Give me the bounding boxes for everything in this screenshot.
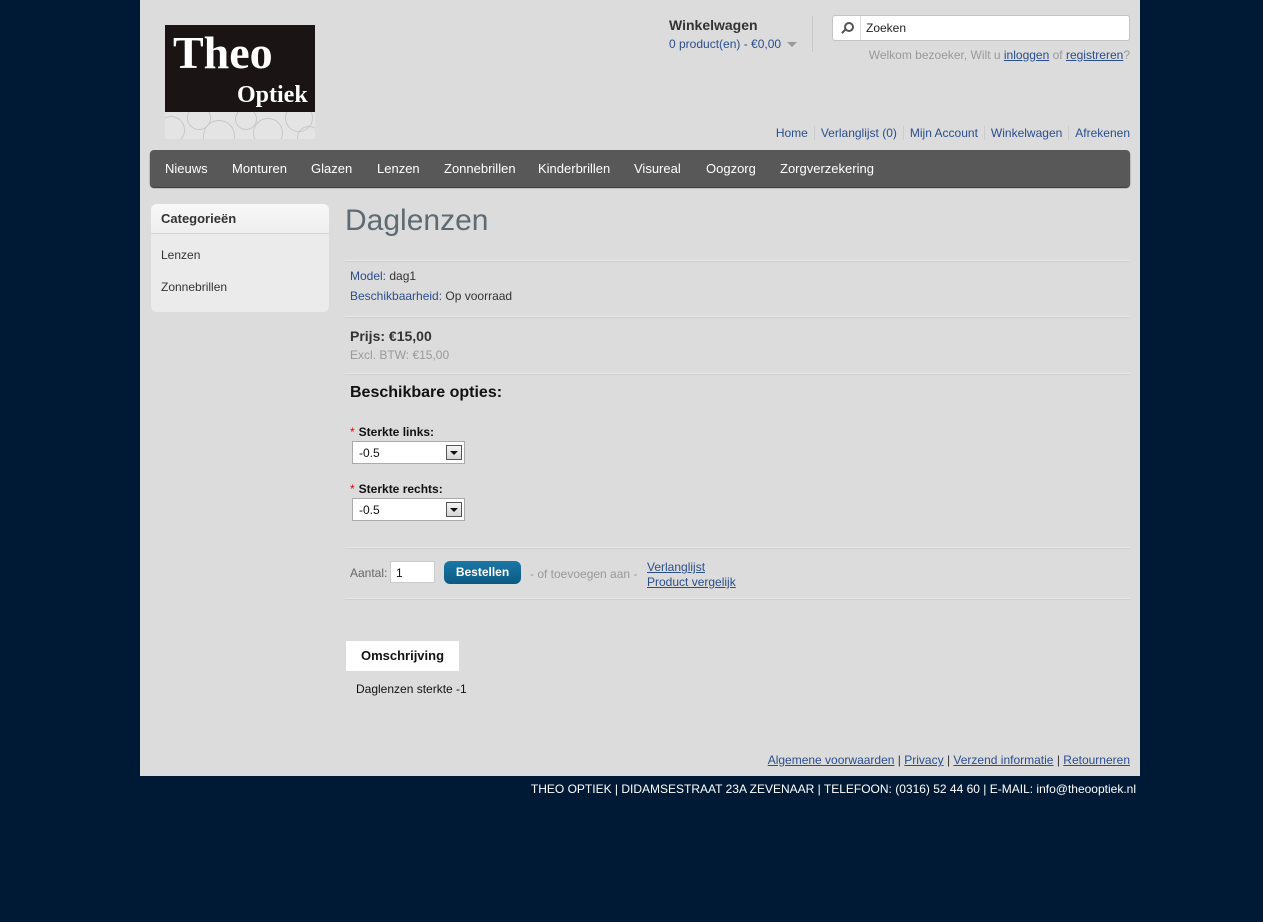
product-price-ex-vat: Excl. BTW: €15,00 [350,348,450,362]
options-title: Beschikbare opties: [350,384,503,401]
top-links: Home Verlanglijst (0) Mijn Account Winkelwa… [770,126,1130,140]
search-button[interactable] [833,16,861,40]
cart-summary[interactable]: Winkelwagen 0 product(en) - €0,00 [669,16,812,51]
menu-item-glazen[interactable]: Glazen [311,161,352,177]
add-to-text: - of toevoegen aan - [530,567,638,581]
toplink-wishlist[interactable]: Verlanglijst (0) [813,126,903,140]
menu-item-zonnebrillen[interactable]: Zonnebrillen [444,161,516,177]
menu-item-visureal[interactable]: Visureal [634,161,681,177]
logo-text-optiek: Optiek [237,82,308,108]
page-title: Daglenzen [345,204,489,237]
quantity-input[interactable]: 1 [390,561,435,583]
menu-item-zorgverzekering[interactable]: Zorgverzekering [780,161,874,177]
menu-item-oogzorg[interactable]: Oogzorg [706,161,756,177]
footer-link-shipping[interactable]: Verzend informatie [953,753,1053,767]
strength-right-select[interactable]: -0.5 [352,498,465,521]
search-input[interactable] [866,19,1121,37]
sidebar-title: Categorieën [161,211,237,226]
login-link[interactable]: inloggen [1004,48,1049,62]
cart-total[interactable]: 0 product(en) - €0,00 [669,37,812,51]
sidebar-item-lenzen[interactable]: Lenzen [161,248,200,262]
menu-item-monturen[interactable]: Monturen [232,161,287,177]
option-right-label: * Sterkte rechts: [350,482,443,496]
main-menu: Nieuws Monturen Glazen Lenzen Zonnebrill… [150,150,1130,187]
footer-link-returns[interactable]: Retourneren [1063,753,1130,767]
chevron-down-icon[interactable] [446,445,462,460]
chevron-down-icon[interactable] [446,502,462,517]
divider [345,598,1130,600]
description-text: Daglenzen sterkte -1 [356,682,467,696]
footer-address: THEO OPTIEK | DIDAMSESTRAAT 23A ZEVENAAR… [530,782,1136,796]
logo-text-theo: Theo [173,27,273,78]
product-price: Prijs: €15,00 [350,328,432,344]
footer-link-privacy[interactable]: Privacy [904,753,943,767]
toplink-cart[interactable]: Winkelwagen [983,126,1068,140]
menu-item-lenzen[interactable]: Lenzen [377,161,420,177]
search-box [832,15,1130,41]
footer-links: Algemene voorwaarden | Privacy | Verzend… [767,753,1130,767]
toplink-account[interactable]: Mijn Account [902,126,984,140]
add-to-wishlist-link[interactable]: Verlanglijst [647,560,705,574]
menu-item-kinderbrillen[interactable]: Kinderbrillen [538,161,610,177]
strength-left-select[interactable]: -0.5 [352,441,465,464]
category-sidebar: Categorieën Lenzen Zonnebrillen [151,204,329,312]
sidebar-item-zonnebrillen[interactable]: Zonnebrillen [161,280,227,294]
welcome-text: Welkom bezoeker, Wilt u inloggen of regi… [868,48,1130,62]
menu-item-nieuws[interactable]: Nieuws [165,161,208,177]
divider [345,260,1130,262]
logo-circle-pattern [165,112,315,139]
product-availability: Beschikbaarheid: Op voorraad [350,289,513,303]
page-container: Theo Optiek Winkelwagen 0 product(en) - … [140,0,1140,776]
quantity-label: Aantal: [350,566,388,580]
cart-title: Winkelwagen [669,17,758,33]
divider [345,373,1130,375]
toplink-home[interactable]: Home [770,126,814,140]
divider [812,16,813,52]
register-link[interactable]: registreren [1066,48,1123,62]
store-logo[interactable]: Theo Optiek [165,25,315,139]
tab-description[interactable]: Omschrijving [346,641,459,671]
chevron-down-icon [787,42,798,48]
order-button[interactable]: Bestellen [444,561,521,584]
footer-link-terms[interactable]: Algemene voorwaarden [768,753,895,767]
divider [345,547,1130,549]
option-left-label: * Sterkte links: [350,425,435,439]
divider [345,316,1130,318]
sidebar-header: Categorieën [151,204,329,234]
add-to-compare-link[interactable]: Product vergelijk [647,575,736,589]
product-model: Model: dag1 [350,269,417,283]
toplink-checkout[interactable]: Afrekenen [1068,126,1130,140]
